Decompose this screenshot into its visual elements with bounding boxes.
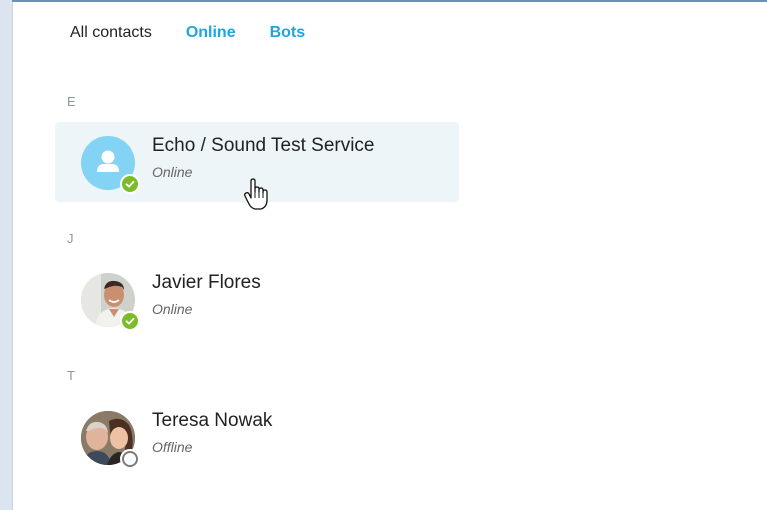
contact-echo-sound-test-service[interactable]: Echo / Sound Test Service Online [55, 122, 459, 202]
contact-javier-flores[interactable]: Javier Flores Online [55, 259, 459, 339]
tab-bots[interactable]: Bots [270, 24, 306, 42]
contact-filter-tabs: All contacts Online Bots [70, 22, 339, 44]
checkmark-icon [125, 180, 135, 188]
section-header-t: T [67, 368, 75, 383]
presence-online-badge [120, 311, 140, 331]
tab-online[interactable]: Online [186, 24, 236, 42]
tab-all-contacts[interactable]: All contacts [70, 24, 152, 42]
top-border [12, 0, 767, 2]
section-header-e: E [67, 94, 76, 109]
contact-name: Javier Flores [152, 272, 261, 293]
presence-offline-badge [120, 449, 140, 469]
contact-status: Offline [152, 439, 193, 455]
checkmark-icon [125, 317, 135, 325]
contact-name: Echo / Sound Test Service [152, 135, 375, 156]
left-sidebar-edge [0, 0, 13, 510]
contacts-panel: All contacts Online Bots E Echo / Sound … [0, 0, 767, 510]
section-header-j: J [67, 231, 74, 246]
presence-online-badge [120, 174, 140, 194]
offline-ring-icon [122, 451, 138, 467]
contact-name: Teresa Nowak [152, 410, 273, 431]
contact-status: Online [152, 164, 193, 180]
contact-teresa-nowak[interactable]: Teresa Nowak Offline [55, 397, 459, 477]
contact-status: Online [152, 301, 193, 317]
